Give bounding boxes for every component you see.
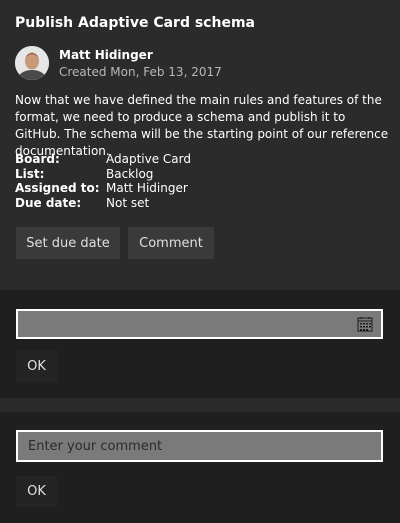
fact-row-due-date: Due date: Not set: [15, 196, 191, 211]
card-description: Now that we have defined the main rules …: [15, 93, 389, 158]
fact-set: Board: Adaptive Card List: Backlog Assig…: [15, 152, 191, 210]
avatar-image: [15, 46, 49, 80]
fact-key: Assigned to:: [15, 181, 100, 195]
fact-value: Backlog: [106, 166, 154, 181]
fact-value: Not set: [106, 195, 150, 210]
fact-key: Due date:: [15, 195, 82, 210]
comment-button[interactable]: Comment: [128, 227, 214, 259]
fact-key: List:: [15, 166, 45, 181]
author-name: Matt Hidinger: [59, 48, 153, 62]
comment-input[interactable]: Enter your comment: [16, 430, 383, 462]
adaptive-card: Publish Adaptive Card schema Matt Hiding…: [0, 0, 400, 523]
comment-placeholder: Enter your comment: [28, 438, 163, 454]
comment-panel: [0, 412, 400, 523]
calendar-icon[interactable]: [357, 316, 373, 332]
fact-value: Matt Hidinger: [106, 181, 188, 195]
set-due-date-button[interactable]: Set due date: [16, 227, 120, 259]
fact-row-list: List: Backlog: [15, 167, 191, 182]
due-date-ok-button[interactable]: OK: [16, 351, 57, 382]
fact-row-board: Board: Adaptive Card: [15, 152, 191, 167]
fact-value: Adaptive Card: [106, 152, 191, 166]
created-date: Created Mon, Feb 13, 2017: [59, 65, 222, 79]
due-date-panel: [0, 290, 400, 398]
card-title: Publish Adaptive Card schema: [15, 15, 255, 31]
fact-key: Board:: [15, 152, 60, 166]
comment-ok-button[interactable]: OK: [16, 476, 57, 507]
fact-row-assigned: Assigned to: Matt Hidinger: [15, 181, 191, 196]
due-date-input[interactable]: [16, 309, 383, 339]
avatar: [15, 46, 49, 80]
